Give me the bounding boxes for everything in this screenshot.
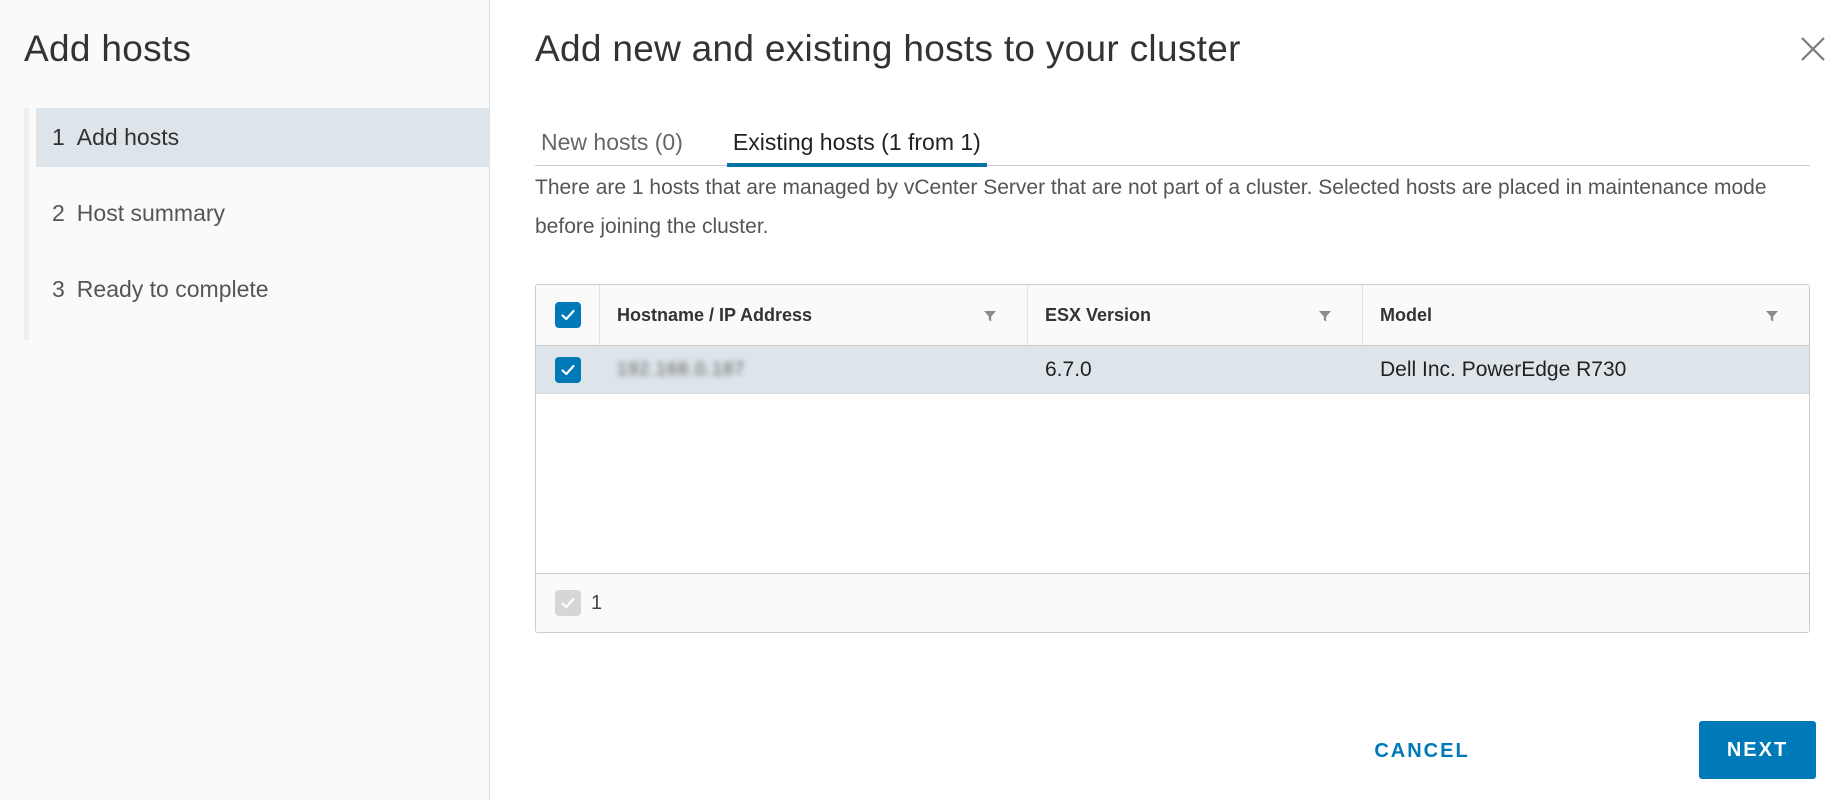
cell-model: Dell Inc. PowerEdge R730 xyxy=(1363,346,1809,393)
filter-icon[interactable] xyxy=(1765,309,1779,323)
add-hosts-wizard: Add hosts 1 Add hosts 2 Host summary 3 R… xyxy=(0,0,1842,800)
row-select-cell xyxy=(536,346,600,393)
wizard-step-rail: Add hosts 1 Add hosts 2 Host summary 3 R… xyxy=(0,0,490,800)
step-label: Ready to complete xyxy=(76,276,269,302)
datagrid-footer: 1 xyxy=(536,573,1809,632)
column-label: ESX Version xyxy=(1045,304,1152,325)
cell-esx-version: 6.7.0 xyxy=(1028,346,1363,393)
hostname-value: 192.168.0.187 xyxy=(617,359,746,379)
model-value: Dell Inc. PowerEdge R730 xyxy=(1380,357,1627,381)
tab-new-hosts[interactable]: New hosts (0) xyxy=(535,118,689,166)
step-label: Add hosts xyxy=(76,124,180,150)
next-button[interactable]: NEXT xyxy=(1699,721,1816,779)
check-icon xyxy=(560,309,575,321)
column-header-model[interactable]: Model xyxy=(1363,285,1809,345)
select-all-cell xyxy=(536,285,600,345)
step-ready-to-complete[interactable]: 3 Ready to complete xyxy=(36,260,490,319)
filter-icon[interactable] xyxy=(1318,309,1332,323)
close-icon xyxy=(1801,37,1825,61)
description-text: There are 1 hosts that are managed by vC… xyxy=(535,176,1767,238)
step-label: Host summary xyxy=(76,200,226,226)
select-all-checkbox[interactable] xyxy=(554,302,581,328)
cancel-button[interactable]: CANCEL xyxy=(1353,722,1491,780)
datagrid-header: Hostname / IP Address ESX Version Model xyxy=(536,285,1809,346)
step-number: 2 xyxy=(52,200,65,226)
selected-count: 1 xyxy=(591,591,603,614)
selection-count-checkbox xyxy=(555,590,581,616)
esx-version-value: 6.7.0 xyxy=(1045,357,1092,381)
column-label: Model xyxy=(1380,304,1432,325)
hosts-datagrid: Hostname / IP Address ESX Version Model xyxy=(535,284,1810,633)
cell-hostname: 192.168.0.187 xyxy=(600,346,1028,393)
column-header-hostname[interactable]: Hostname / IP Address xyxy=(600,285,1028,345)
check-icon xyxy=(561,597,575,609)
tab-existing-hosts[interactable]: Existing hosts (1 from 1) xyxy=(726,118,987,167)
step-number: 3 xyxy=(52,276,65,302)
close-button[interactable] xyxy=(1796,32,1830,66)
step-host-summary[interactable]: 2 Host summary xyxy=(36,184,490,243)
column-label: Hostname / IP Address xyxy=(617,304,813,325)
page-title: Add new and existing hosts to your clust… xyxy=(535,28,1241,69)
check-icon xyxy=(561,364,575,375)
wizard-title: Add hosts xyxy=(24,28,192,69)
wizard-steps: 1 Add hosts 2 Host summary 3 Ready to co… xyxy=(24,108,490,340)
wizard-content: Add new and existing hosts to your clust… xyxy=(491,0,1842,800)
step-add-hosts[interactable]: 1 Add hosts xyxy=(36,108,490,167)
table-row[interactable]: 192.168.0.187 6.7.0 Dell Inc. PowerEdge … xyxy=(536,346,1809,394)
row-checkbox[interactable] xyxy=(555,356,581,383)
column-header-esx-version[interactable]: ESX Version xyxy=(1028,285,1363,345)
step-number: 1 xyxy=(52,124,65,150)
host-tabs: New hosts (0) Existing hosts (1 from 1) xyxy=(535,118,1810,167)
filter-icon[interactable] xyxy=(983,309,997,323)
